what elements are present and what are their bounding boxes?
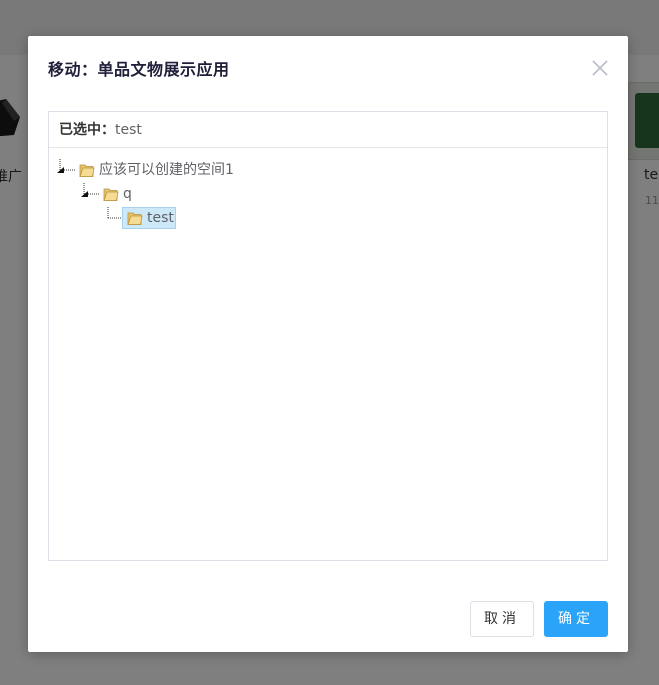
selected-bar: 已选中：test xyxy=(49,112,607,148)
confirm-button[interactable]: 确定 xyxy=(544,601,608,637)
expand-toggle-icon[interactable] xyxy=(55,159,79,181)
close-icon xyxy=(592,60,608,76)
folder-icon xyxy=(127,212,143,225)
tree-node[interactable]: q xyxy=(79,183,139,205)
folder-icon xyxy=(79,164,95,177)
folder-tree-panel: 已选中：test 应该可以创建的空间1 q test xyxy=(48,111,608,561)
expand-toggle-icon[interactable] xyxy=(79,183,103,205)
folder-icon xyxy=(103,188,119,201)
tree-node-label: 应该可以创建的空间1 xyxy=(99,162,234,178)
tree-node-label: q xyxy=(123,186,132,202)
tree-node[interactable]: 应该可以创建的空间1 xyxy=(55,159,275,181)
selected-label: 已选中： xyxy=(59,122,115,138)
close-button[interactable] xyxy=(590,58,610,78)
move-dialog: 移动：单品文物展示应用 已选中：test 应该可以创建的空间1 q test 取… xyxy=(28,36,628,652)
tree-node-label: test xyxy=(147,210,174,226)
selected-value: test xyxy=(115,122,142,138)
tree-node-selected[interactable]: test xyxy=(103,207,183,229)
cancel-button[interactable]: 取消 xyxy=(470,601,534,637)
dialog-title: 移动：单品文物展示应用 xyxy=(48,60,230,79)
